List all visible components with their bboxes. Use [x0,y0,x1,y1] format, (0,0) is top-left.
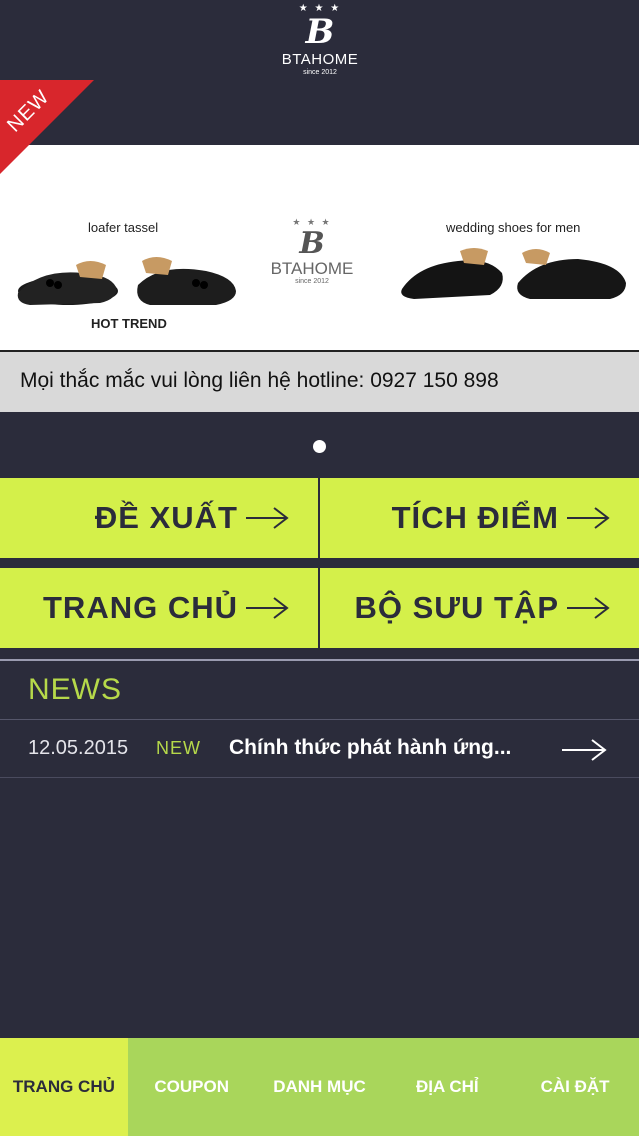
banner-logo-monogram: B [299,226,325,261]
wedding-shoes-image [401,248,626,299]
banner-brand-logo: ★ ★ ★ B BTAHOME since 2012 [262,217,362,285]
arrow-right-icon [567,507,610,529]
banner-logo-brand: BTAHOME [270,259,354,278]
news-divider-bottom [0,777,639,778]
arrow-right-icon [567,597,610,619]
app-header: ★ ★ ★ B BTAHOME since 2012 [0,0,639,145]
logo-brand-name: BTAHOME [281,51,359,68]
logo-monogram: B [305,12,335,52]
news-date: 12.05.2015 [28,737,129,759]
promo-banner[interactable]: loafer tassel HOT TREND ★ ★ ★ B BTAHOME … [0,145,639,350]
banner-right-caption: wedding shoes for men [446,220,581,235]
banner-left-caption: loafer tassel [88,220,159,235]
tab-settings[interactable]: CÀI ĐẶT [511,1038,639,1136]
news-section-title: NEWS [28,673,122,706]
bottom-tab-bar: TRANG CHỦ COUPON DANH MỤC ĐỊA CHỈ CÀI ĐẶ… [0,1038,639,1136]
arrow-right-icon [246,597,289,619]
recommend-button-label: ĐỀ XUẤT [94,500,238,535]
arrow-right-icon [562,739,607,761]
tab-address[interactable]: ĐỊA CHỈ [383,1038,511,1136]
new-ribbon: NEW [0,80,94,174]
banner-hot-trend-label: HOT TREND [91,316,167,331]
home-button-label: TRANG CHỦ [43,590,238,625]
brand-logo: ★ ★ ★ B BTAHOME since 2012 [260,4,380,84]
banner-logo-since: since 2012 [295,278,329,285]
collection-button[interactable]: BỘ SƯU TẬP [320,568,639,648]
carousel-page-indicator[interactable] [313,440,326,453]
collection-button-label: BỘ SƯU TẬP [354,590,559,625]
news-divider-top [0,659,639,661]
news-list-item[interactable]: 12.05.2015 NEW Chính thức phát hành ứng.… [0,720,639,777]
hotline-bar[interactable]: Mọi thắc mắc vui lòng liên hệ hotline: 0… [0,350,639,412]
logo-since: since 2012 [303,69,337,76]
tab-home[interactable]: TRANG CHỦ [0,1038,128,1136]
points-button-label: TÍCH ĐIỂM [391,500,559,535]
arrow-right-icon [246,507,289,529]
loafer-shoes-image [17,257,236,305]
news-new-badge: NEW [156,738,201,758]
tab-categories[interactable]: DANH MỤC [256,1038,384,1136]
recommend-button[interactable]: ĐỀ XUẤT [0,478,318,558]
tab-coupon[interactable]: COUPON [128,1038,256,1136]
news-headline: Chính thức phát hành ứng... [229,736,512,759]
home-button[interactable]: TRANG CHỦ [0,568,318,648]
hotline-text: Mọi thắc mắc vui lòng liên hệ hotline: 0… [20,369,499,392]
points-button[interactable]: TÍCH ĐIỂM [320,478,639,558]
